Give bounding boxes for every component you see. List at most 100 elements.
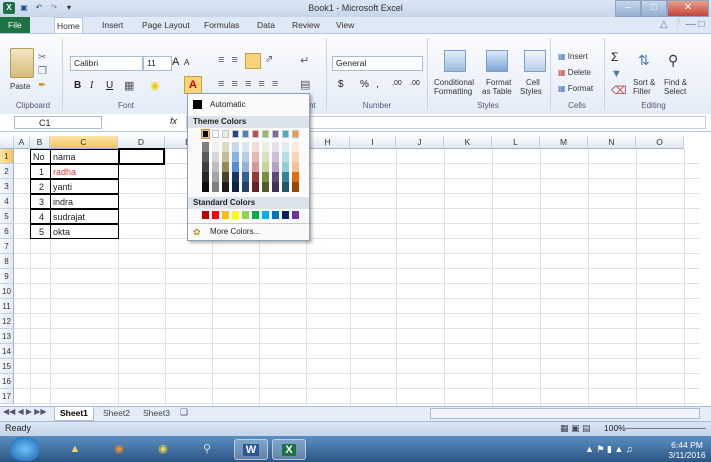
- theme-shade-swatch[interactable]: [202, 162, 209, 172]
- theme-shade-swatch[interactable]: [222, 172, 229, 182]
- fill-color-icon[interactable]: ◉: [150, 79, 160, 92]
- wrap-text-icon[interactable]: ↵: [300, 54, 309, 67]
- theme-shade-swatch[interactable]: [212, 162, 219, 172]
- column-header-m[interactable]: M: [540, 136, 588, 149]
- theme-color-swatch[interactable]: [272, 130, 279, 138]
- sheet-nav-arrows[interactable]: ◀◀ ◀ ▶ ▶▶: [3, 407, 47, 416]
- format-as-table-icon[interactable]: [486, 50, 508, 72]
- decrease-decimal-button[interactable]: .00: [410, 80, 420, 87]
- theme-shade-swatch[interactable]: [212, 152, 219, 162]
- theme-shade-swatch[interactable]: [272, 152, 279, 162]
- column-header-h[interactable]: H: [306, 136, 350, 149]
- theme-shade-swatch[interactable]: [252, 182, 259, 192]
- conditional-formatting-label-2[interactable]: Formatting: [434, 87, 472, 96]
- horizontal-scrollbar[interactable]: [430, 408, 700, 419]
- sheet-tab-sheet1[interactable]: Sheet1: [54, 407, 94, 421]
- theme-shade-swatch[interactable]: [242, 162, 249, 172]
- row-header-11[interactable]: 11: [0, 299, 14, 314]
- cell-b4[interactable]: indra: [50, 194, 119, 209]
- sort-filter-label[interactable]: Sort &: [633, 78, 655, 87]
- find-select-label[interactable]: Find &: [664, 78, 687, 87]
- theme-shade-swatch[interactable]: [212, 182, 219, 192]
- theme-color-swatch[interactable]: [232, 130, 239, 138]
- tab-view[interactable]: View: [334, 17, 356, 33]
- view-buttons[interactable]: ▦ ▣ ▤: [560, 423, 591, 434]
- theme-shade-swatch[interactable]: [242, 182, 249, 192]
- select-all-corner[interactable]: [0, 136, 14, 149]
- italic-button[interactable]: I: [90, 80, 93, 91]
- sheet-tab-sheet2[interactable]: Sheet2: [98, 407, 135, 420]
- theme-shade-swatch[interactable]: [282, 172, 289, 182]
- format-cells-button[interactable]: ▦ Format: [558, 84, 593, 93]
- cell-a5[interactable]: 4: [30, 209, 51, 224]
- theme-shade-swatch[interactable]: [252, 162, 259, 172]
- format-as-table-label-2[interactable]: as Table: [482, 87, 512, 96]
- standard-color-swatch[interactable]: [292, 211, 299, 219]
- cell-a3[interactable]: 2: [30, 179, 51, 194]
- tab-review[interactable]: Review: [290, 17, 322, 33]
- theme-shade-swatch[interactable]: [252, 172, 259, 182]
- theme-color-swatch[interactable]: [292, 130, 299, 138]
- row-header-6[interactable]: 6: [0, 224, 14, 239]
- zoom-slider[interactable]: [626, 428, 706, 429]
- increase-decimal-button[interactable]: .00: [392, 80, 402, 87]
- column-header-j[interactable]: J: [396, 136, 444, 149]
- theme-color-swatch[interactable]: [282, 130, 289, 138]
- row-header-1[interactable]: 1: [0, 149, 14, 164]
- clear-icon[interactable]: ⌫: [611, 84, 627, 97]
- standard-color-swatch[interactable]: [262, 211, 269, 219]
- theme-shade-swatch[interactable]: [212, 142, 219, 152]
- underline-button[interactable]: U: [106, 80, 113, 91]
- column-header-c[interactable]: C: [50, 136, 118, 149]
- tab-home[interactable]: Home: [54, 17, 83, 34]
- active-cell-c1[interactable]: [118, 148, 165, 165]
- theme-shade-swatch[interactable]: [232, 142, 239, 152]
- conditional-formatting-icon[interactable]: [444, 50, 466, 72]
- tab-page-layout[interactable]: Page Layout: [140, 17, 192, 33]
- theme-shade-swatch[interactable]: [292, 182, 299, 192]
- theme-shade-swatch[interactable]: [282, 182, 289, 192]
- tray-icons[interactable]: ▲ ⚑ ▮ ▲ ♫: [585, 444, 633, 455]
- row-header-4[interactable]: 4: [0, 194, 14, 209]
- row-header-5[interactable]: 5: [0, 209, 14, 224]
- percent-button[interactable]: %: [360, 79, 369, 90]
- middle-align-button[interactable]: [245, 53, 261, 69]
- row-header-10[interactable]: 10: [0, 284, 14, 299]
- standard-color-swatch[interactable]: [272, 211, 279, 219]
- insert-sheet-icon[interactable]: ❏: [180, 407, 188, 418]
- standard-color-swatch[interactable]: [242, 211, 249, 219]
- cell-b2[interactable]: radha: [50, 164, 119, 179]
- cut-icon[interactable]: ✂: [38, 52, 46, 63]
- row-header-3[interactable]: 3: [0, 179, 14, 194]
- theme-color-swatch[interactable]: [262, 130, 269, 138]
- font-color-button[interactable]: A: [184, 76, 202, 94]
- cell-b5[interactable]: sudrajat: [50, 209, 119, 224]
- fill-icon[interactable]: ▼: [611, 68, 622, 80]
- grow-font-button[interactable]: A: [172, 56, 179, 68]
- theme-shade-swatch[interactable]: [282, 162, 289, 172]
- close-button[interactable]: ✕: [667, 0, 709, 17]
- theme-shade-swatch[interactable]: [252, 142, 259, 152]
- font-size-dropdown[interactable]: 11: [143, 56, 172, 71]
- theme-color-swatch[interactable]: [252, 130, 259, 138]
- theme-shade-swatch[interactable]: [272, 182, 279, 192]
- theme-shade-swatch[interactable]: [292, 162, 299, 172]
- cell-b1[interactable]: nama: [50, 149, 119, 164]
- column-header-k[interactable]: K: [444, 136, 492, 149]
- column-header-b[interactable]: B: [30, 136, 50, 149]
- row-header-2[interactable]: 2: [0, 164, 14, 179]
- comma-button[interactable]: ,: [376, 79, 379, 90]
- theme-shade-swatch[interactable]: [262, 152, 269, 162]
- standard-color-swatch[interactable]: [252, 211, 259, 219]
- tab-data[interactable]: Data: [255, 17, 277, 33]
- name-box[interactable]: C1: [14, 116, 102, 129]
- cell-a2[interactable]: 1: [30, 164, 51, 179]
- cell-styles-label[interactable]: Cell: [526, 78, 540, 87]
- theme-color-swatch[interactable]: [212, 130, 219, 138]
- theme-shade-swatch[interactable]: [242, 152, 249, 162]
- row-header-7[interactable]: 7: [0, 239, 14, 254]
- start-button-icon[interactable]: [10, 437, 40, 461]
- word-taskbar-icon[interactable]: W: [234, 439, 268, 460]
- cell-a4[interactable]: 3: [30, 194, 51, 209]
- borders-icon[interactable]: ▦: [124, 79, 134, 92]
